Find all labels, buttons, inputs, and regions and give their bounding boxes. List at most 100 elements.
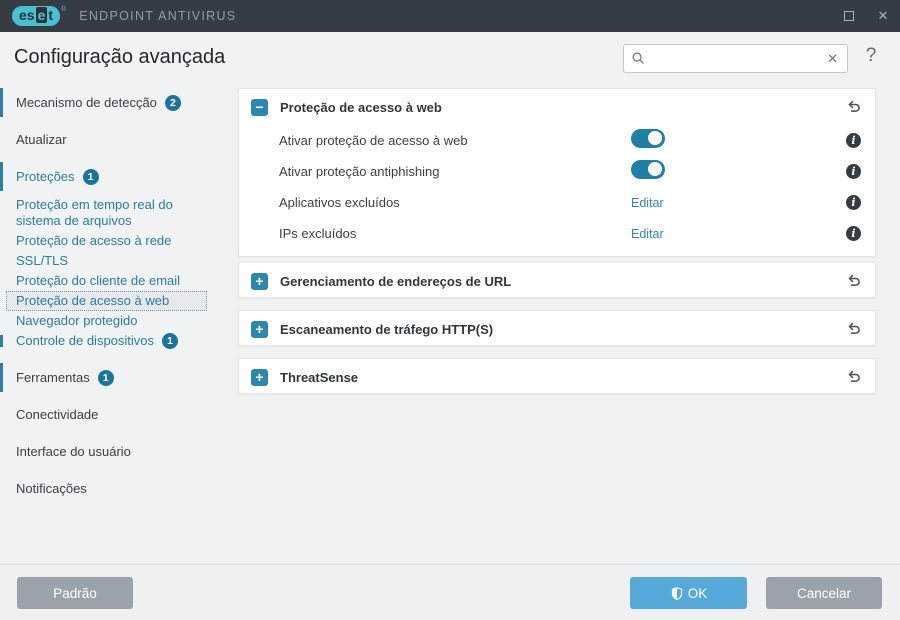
titlebar: es e t ® ENDPOINT ANTIVIRUS ✕ — [0, 0, 900, 32]
section-gerenciamento-url: + Gerenciamento de endereços de URL — [238, 262, 876, 298]
sidebar-item-protecao-cliente-email[interactable]: Proteção do cliente de email — [6, 271, 207, 291]
sidebar-item-atualizar[interactable]: Atualizar — [0, 121, 237, 158]
toggle-ativar-antiphishing[interactable] — [631, 159, 665, 179]
product-name: ENDPOINT ANTIVIRUS — [79, 9, 237, 23]
sidebar-item-protecoes[interactable]: Proteções 1 — [0, 158, 237, 195]
sidebar: Mecanismo de detecção 2 Atualizar Proteçõ… — [0, 84, 237, 507]
logo-text: es — [19, 7, 35, 23]
sidebar-item-protecao-acesso-web[interactable]: Proteção de acesso à web — [6, 291, 207, 311]
edit-link-ips[interactable]: Editar — [631, 227, 664, 241]
footer-bar: Padrão OK Cancelar — [0, 564, 900, 620]
toggle-knob — [648, 162, 662, 176]
sidebar-item-label: Notificações — [16, 481, 87, 496]
sidebar-item-label: Navegador protegido — [16, 313, 138, 328]
sidebar-item-label: Proteção do cliente de email — [16, 273, 181, 288]
shield-icon — [671, 586, 682, 600]
section-header[interactable]: + Escaneamento de tráfego HTTP(S) — [239, 311, 875, 347]
undo-icon — [848, 100, 860, 112]
expand-icon[interactable]: + — [251, 368, 268, 386]
search-icon — [631, 51, 646, 66]
sidebar-item-label: Proteção de acesso à web — [16, 293, 170, 308]
info-icon[interactable]: i — [846, 226, 861, 241]
sidebar-item-conectividade[interactable]: Conectividade — [0, 396, 237, 433]
maximize-icon — [844, 11, 854, 21]
section-protecao-acesso-web: − Proteção de acesso à web Ativar proteç… — [238, 88, 876, 257]
cancel-button-label: Cancelar — [796, 585, 852, 601]
sidebar-item-label: Mecanismo de detecção — [16, 95, 157, 110]
sidebar-item-ssl-tls[interactable]: SSL/TLS — [6, 251, 207, 271]
section-escaneamento-http: + Escaneamento de tráfego HTTP(S) — [238, 310, 876, 346]
sidebar-item-label: Proteções — [16, 169, 75, 184]
setting-label: IPs excluídos — [279, 226, 357, 241]
registered-mark: ® — [61, 6, 67, 13]
logo-text: t — [48, 7, 54, 23]
sidebar-item-label: Proteção de acesso à rede — [16, 233, 172, 248]
search-clear-icon[interactable]: ✕ — [825, 51, 840, 67]
logo-text: e — [35, 7, 48, 23]
section-header[interactable]: + ThreatSense — [239, 359, 875, 395]
sidebar-item-mecanismo-de-deteccao[interactable]: Mecanismo de detecção 2 — [0, 84, 237, 121]
revert-button[interactable] — [845, 368, 863, 386]
sidebar-item-protecao-acesso-rede[interactable]: Proteção de acesso à rede — [6, 231, 207, 251]
expand-icon[interactable]: + — [251, 320, 268, 338]
setting-label: Ativar proteção antiphishing — [279, 164, 440, 179]
count-badge: 1 — [162, 333, 179, 349]
section-title: Proteção de acesso à web — [280, 99, 442, 115]
revert-button[interactable] — [845, 98, 863, 116]
undo-icon — [848, 370, 860, 382]
sidebar-item-label: Conectividade — [16, 407, 99, 422]
section-header[interactable]: + Gerenciamento de endereços de URL — [239, 263, 875, 299]
setting-row-aplicativos-excluidos: Aplicativos excluídos Editar i — [239, 187, 875, 218]
window-controls: ✕ — [832, 0, 900, 32]
setting-row-ativar-antiphishing: Ativar proteção antiphishing i — [239, 156, 875, 187]
count-badge: 1 — [97, 370, 114, 386]
sidebar-item-label: Proteção em tempo real do sistema de arq… — [16, 197, 173, 228]
sidebar-item-interface-usuario[interactable]: Interface do usuário — [0, 433, 237, 470]
sidebar-item-notificacoes[interactable]: Notificações — [0, 470, 237, 507]
info-icon[interactable]: i — [846, 195, 861, 210]
section-threatsense: + ThreatSense — [238, 358, 876, 394]
undo-icon — [848, 274, 860, 286]
setting-row-ips-excluidos: IPs excluídos Editar i — [239, 218, 875, 249]
sidebar-item-navegador-protegido[interactable]: Navegador protegido — [6, 311, 207, 331]
count-badge: 2 — [164, 95, 181, 111]
close-button[interactable]: ✕ — [866, 0, 900, 32]
search-input[interactable] — [646, 51, 826, 66]
ok-button-label: OK — [687, 585, 708, 601]
section-title: Escaneamento de tráfego HTTP(S) — [280, 321, 494, 337]
ok-button[interactable]: OK — [630, 577, 747, 609]
default-button[interactable]: Padrão — [17, 577, 133, 609]
search-box[interactable]: ✕ — [623, 44, 848, 73]
maximize-button[interactable] — [832, 0, 866, 32]
eset-logo-pill: es e t — [12, 6, 61, 26]
close-icon: ✕ — [877, 8, 889, 23]
expand-icon[interactable]: + — [251, 272, 268, 290]
cancel-button[interactable]: Cancelar — [766, 577, 882, 609]
setting-row-ativar-protecao-web: Ativar proteção de acesso à web i — [239, 125, 875, 156]
eset-logo: es e t ® — [12, 6, 66, 26]
sidebar-item-ferramentas[interactable]: Ferramentas 1 — [0, 359, 237, 396]
sidebar-item-label: Atualizar — [16, 132, 67, 147]
app-window: es e t ® ENDPOINT ANTIVIRUS ✕ Configuração… — [0, 0, 900, 620]
default-button-label: Padrão — [53, 585, 97, 601]
revert-button[interactable] — [845, 272, 863, 290]
section-header[interactable]: − Proteção de acesso à web — [239, 89, 875, 125]
section-title: Gerenciamento de endereços de URL — [280, 273, 512, 289]
toggle-knob — [648, 131, 662, 145]
revert-button[interactable] — [845, 320, 863, 338]
info-icon[interactable]: i — [846, 164, 861, 179]
setting-label: Aplicativos excluídos — [279, 195, 400, 210]
sidebar-item-label: SSL/TLS — [16, 253, 69, 268]
edit-link-aplicativos[interactable]: Editar — [631, 196, 664, 210]
sidebar-item-protecao-tempo-real[interactable]: Proteção em tempo real do sistema de arq… — [6, 195, 207, 231]
count-badge: 1 — [82, 169, 99, 185]
help-icon[interactable]: ? — [860, 45, 882, 67]
setting-label: Ativar proteção de acesso à web — [279, 133, 468, 148]
sidebar-item-label: Ferramentas — [16, 370, 90, 385]
undo-icon — [848, 322, 860, 334]
section-title: ThreatSense — [280, 369, 359, 385]
sidebar-item-controle-dispositivos[interactable]: Controle de dispositivos 1 — [0, 331, 207, 351]
toggle-ativar-protecao-web[interactable] — [631, 128, 665, 148]
collapse-icon[interactable]: − — [251, 98, 268, 116]
info-icon[interactable]: i — [846, 133, 861, 148]
